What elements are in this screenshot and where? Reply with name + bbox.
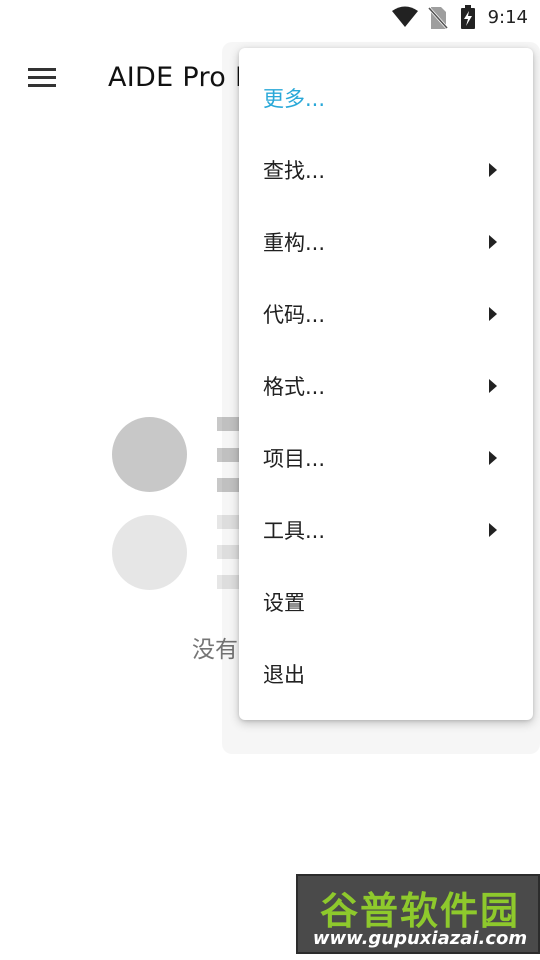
submenu-arrow-icon [489, 523, 497, 537]
menu-item-label: 格式... [263, 375, 326, 399]
menu-item-settings[interactable]: 设置 [239, 566, 533, 638]
wifi-icon [392, 6, 418, 27]
menu-item-code[interactable]: 代码... [239, 278, 533, 350]
submenu-arrow-icon [489, 235, 497, 249]
submenu-arrow-icon [489, 163, 497, 177]
status-time: 9:14 [487, 7, 528, 28]
menu-item-exit[interactable]: 退出 [239, 638, 533, 710]
submenu-arrow-icon [489, 451, 497, 465]
menu-item-label: 查找... [263, 159, 326, 183]
watermark-url: www.gupuxiazai.com [312, 928, 528, 949]
placeholder-avatar [112, 515, 187, 590]
menu-item-more[interactable]: 更多... [239, 62, 533, 134]
menu-item-refactor[interactable]: 重构... [239, 206, 533, 278]
watermark-title: 谷普软件园 [319, 889, 520, 933]
placeholder-avatar [112, 417, 187, 492]
menu-item-find[interactable]: 查找... [239, 134, 533, 206]
menu-item-project[interactable]: 项目... [239, 422, 533, 494]
menu-item-label: 工具... [263, 519, 326, 543]
hamburger-menu-icon[interactable] [22, 60, 62, 96]
menu-item-label: 更多... [263, 87, 326, 111]
menu-item-tools[interactable]: 工具... [239, 494, 533, 566]
menu-item-label: 重构... [263, 231, 326, 255]
menu-item-format[interactable]: 格式... [239, 350, 533, 422]
overflow-menu: 更多... 查找... 重构... 代码... 格式... 项目... 工具..… [239, 48, 533, 720]
no-sim-icon [428, 6, 448, 30]
menu-item-label: 项目... [263, 447, 326, 471]
watermark: 谷普软件园 www.gupuxiazai.com [296, 874, 540, 954]
menu-item-label: 代码... [263, 303, 326, 327]
submenu-arrow-icon [489, 379, 497, 393]
status-bar: 9:14 [0, 0, 540, 36]
menu-item-label: 退出 [263, 663, 305, 687]
battery-charging-icon [461, 5, 475, 29]
submenu-arrow-icon [489, 307, 497, 321]
menu-item-label: 设置 [263, 591, 305, 615]
